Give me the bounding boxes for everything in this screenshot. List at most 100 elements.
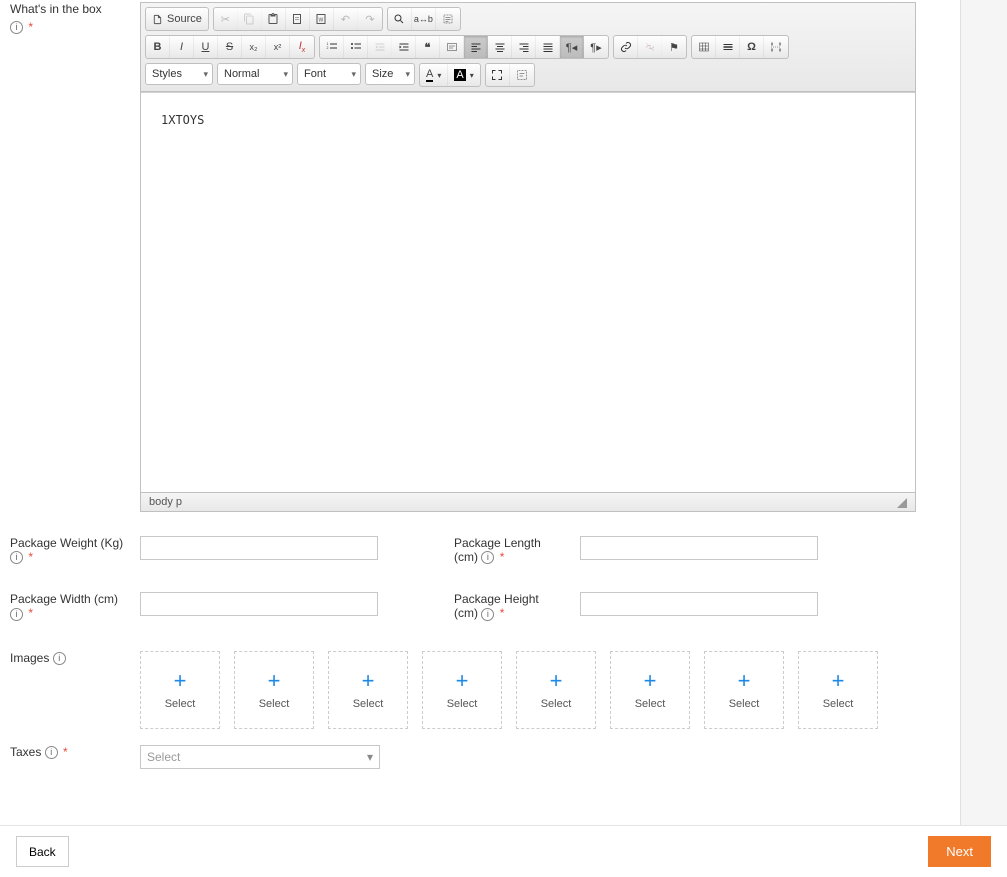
required-mark: * [500, 550, 505, 564]
plus-icon: + [174, 670, 187, 692]
svg-text:1: 1 [326, 42, 328, 46]
div-button[interactable] [440, 36, 464, 58]
bulleted-list-button[interactable] [344, 36, 368, 58]
plus-icon: + [362, 670, 375, 692]
paste-button[interactable] [262, 8, 286, 30]
styles-select[interactable]: Styles [145, 63, 213, 85]
ol-icon: 12 [326, 41, 338, 53]
required-mark: * [63, 745, 68, 759]
image-slot[interactable]: +Select [516, 651, 596, 729]
div-icon [446, 41, 458, 53]
maximize-button[interactable] [486, 64, 510, 86]
info-icon[interactable]: i [481, 608, 494, 621]
package-weight-input[interactable] [140, 536, 378, 560]
redo-button: ↷ [358, 8, 382, 30]
resize-handle[interactable] [897, 498, 907, 508]
blockquote-button[interactable]: ❝ [416, 36, 440, 58]
align-justify-icon [542, 41, 554, 53]
info-icon[interactable]: i [10, 21, 23, 34]
italic-button[interactable]: I [170, 36, 194, 58]
align-center-icon [494, 41, 506, 53]
select-all-button[interactable] [436, 8, 460, 30]
info-icon[interactable]: i [481, 551, 494, 564]
pagebreak-icon [770, 41, 782, 53]
page-break-button[interactable] [764, 36, 788, 58]
paste-word-button[interactable]: W [310, 8, 334, 30]
hr-button[interactable] [716, 36, 740, 58]
info-icon[interactable]: i [10, 551, 23, 564]
special-char-button[interactable]: Ω [740, 36, 764, 58]
paste-icon [267, 13, 279, 25]
image-slot-label: Select [447, 698, 478, 710]
bg-color-button[interactable]: A▾ [448, 64, 479, 86]
image-slot-label: Select [823, 698, 854, 710]
strike-button[interactable]: S [218, 36, 242, 58]
package-width-input[interactable] [140, 592, 378, 616]
label-taxes: Taxes [10, 745, 41, 759]
font-select[interactable]: Font [297, 63, 361, 85]
info-icon[interactable]: i [10, 608, 23, 621]
align-justify-button[interactable] [536, 36, 560, 58]
image-slot-label: Select [541, 698, 572, 710]
align-center-button[interactable] [488, 36, 512, 58]
remove-format-button[interactable]: Ix [290, 36, 314, 58]
undo-button: ↶ [334, 8, 358, 30]
image-slot[interactable]: + Select [610, 651, 690, 729]
replace-button[interactable]: a↔b [412, 8, 436, 30]
outdent-button [368, 36, 392, 58]
image-slot-label: Select [729, 698, 760, 710]
source-button[interactable]: Source [146, 8, 208, 30]
editor-content-area[interactable]: 1XTOYS [141, 92, 915, 492]
numbered-list-button[interactable]: 12 [320, 36, 344, 58]
right-sidebar [960, 0, 1007, 877]
outdent-icon [374, 41, 386, 53]
rtl-button[interactable]: ¶▸ [584, 36, 608, 58]
plus-icon: + [738, 670, 751, 692]
image-slot-label: Select [353, 698, 384, 710]
rich-text-editor: Source ✂ W ↶ ↷ a↔b [140, 2, 916, 512]
editor-breadcrumb[interactable]: body p [149, 496, 182, 508]
ltr-button[interactable]: ¶◂ [560, 36, 584, 58]
show-blocks-button[interactable] [510, 64, 534, 86]
underline-button[interactable]: U [194, 36, 218, 58]
next-button[interactable]: Next [928, 836, 991, 867]
image-upload-row: +Select+Select+Select+Select+Select+Sele… [140, 651, 878, 729]
info-icon[interactable]: i [53, 652, 66, 665]
image-slot[interactable]: +Select [140, 651, 220, 729]
indent-button[interactable] [392, 36, 416, 58]
find-button[interactable] [388, 8, 412, 30]
image-slot[interactable]: +Select [234, 651, 314, 729]
ul-icon [350, 41, 362, 53]
image-slot[interactable]: +Select [798, 651, 878, 729]
table-button[interactable] [692, 36, 716, 58]
anchor-button[interactable]: ⚑ [662, 36, 686, 58]
image-slot[interactable]: + Select [328, 651, 408, 729]
svg-text:2: 2 [326, 46, 328, 50]
taxes-select[interactable]: Select [140, 745, 380, 769]
text-color-button[interactable]: A▾ [420, 64, 448, 86]
plus-icon: + [644, 670, 657, 692]
unlink-icon [644, 41, 656, 53]
link-button[interactable] [614, 36, 638, 58]
package-height-input[interactable] [580, 592, 818, 616]
bold-button[interactable]: B [146, 36, 170, 58]
table-icon [698, 41, 710, 53]
info-icon[interactable]: i [45, 746, 58, 759]
label-package-weight: Package Weight (Kg) [10, 536, 123, 550]
image-slot[interactable]: +Select [422, 651, 502, 729]
subscript-button[interactable]: x₂ [242, 36, 266, 58]
back-button[interactable]: Back [16, 836, 69, 867]
superscript-button[interactable]: x² [266, 36, 290, 58]
size-select[interactable]: Size [365, 63, 415, 85]
align-right-button[interactable] [512, 36, 536, 58]
align-right-icon [518, 41, 530, 53]
label-whats-in-box: What's in the box [10, 2, 102, 16]
copy-button [238, 8, 262, 30]
format-select[interactable]: Normal [217, 63, 293, 85]
image-slot[interactable]: + Select [704, 651, 784, 729]
paste-text-button[interactable] [286, 8, 310, 30]
package-length-input[interactable] [580, 536, 818, 560]
indent-icon [398, 41, 410, 53]
align-left-button[interactable] [464, 36, 488, 58]
image-slot-label: Select [635, 698, 666, 710]
